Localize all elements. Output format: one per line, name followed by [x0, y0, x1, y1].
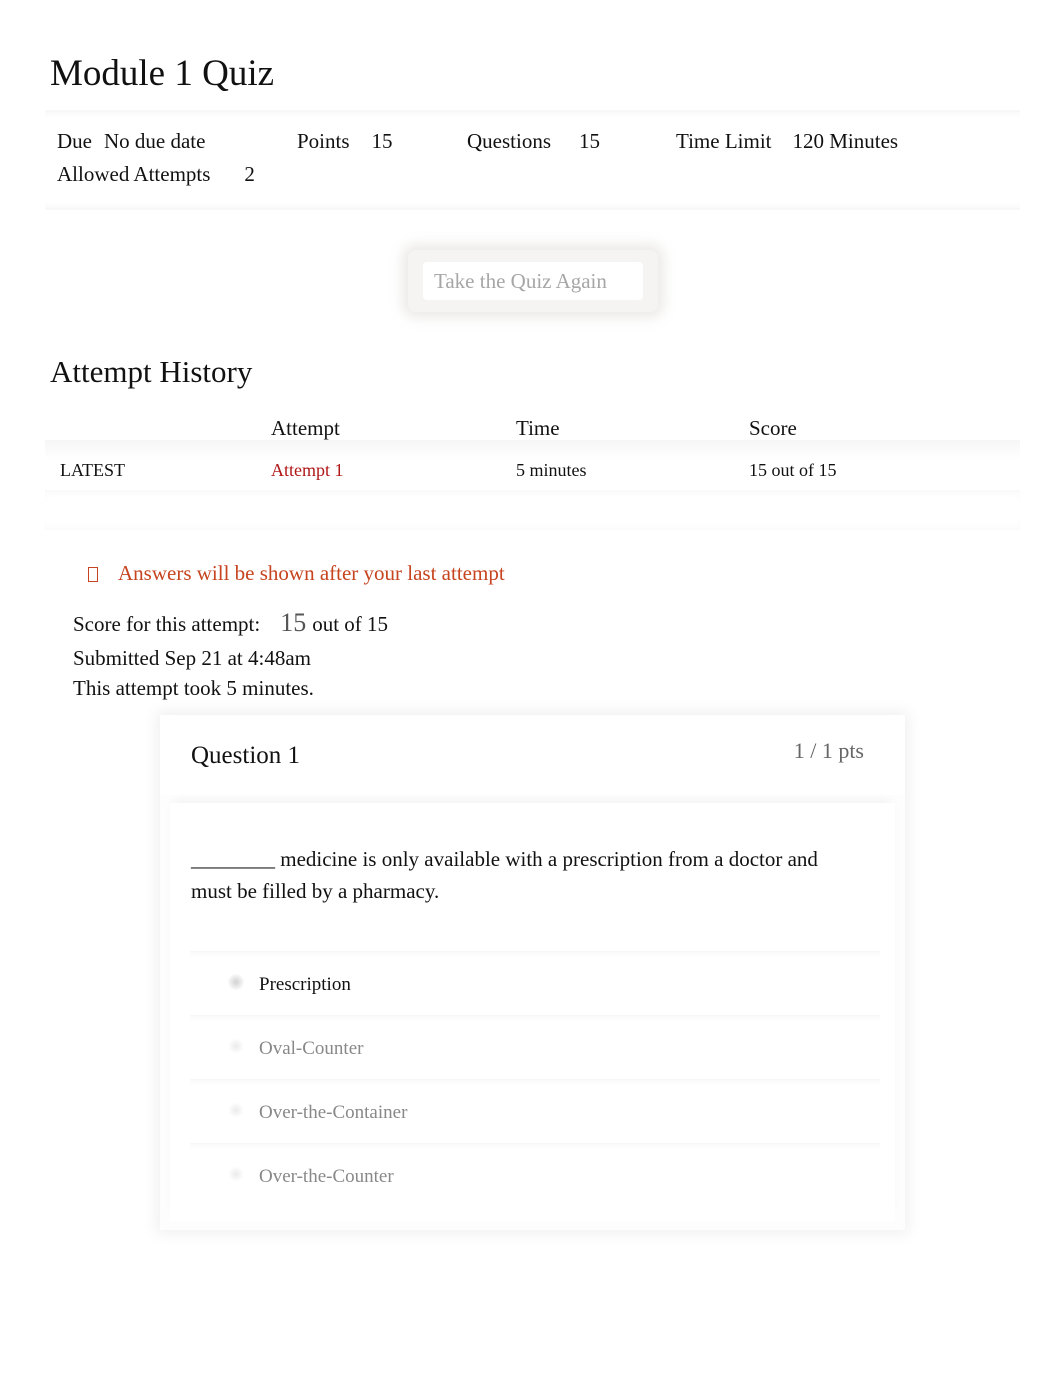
- detail-time-limit: Time Limit 120 Minutes: [676, 129, 898, 154]
- question-header: Question 1 1 / 1 pts: [160, 715, 905, 795]
- detail-value: 15: [579, 129, 600, 153]
- detail-allowed-attempts: Allowed Attempts 2: [57, 162, 255, 187]
- radio-icon[interactable]: [228, 1166, 244, 1182]
- detail-label: Points: [297, 129, 350, 153]
- table-footer-band: [45, 490, 1020, 530]
- detail-points: Points 15: [297, 129, 393, 154]
- radio-icon[interactable]: [228, 1038, 244, 1054]
- question-text: ________ medicine is only available with…: [191, 847, 818, 903]
- radio-icon[interactable]: [228, 1102, 244, 1118]
- question-points: 1 / 1 pts: [793, 738, 864, 763]
- detail-label: Due: [57, 129, 92, 153]
- answer-option[interactable]: Over-the-Container: [190, 1079, 880, 1143]
- answer-label: Over-the-Counter: [259, 1166, 394, 1187]
- score-label: Score for this attempt:: [73, 612, 261, 636]
- notice-text: Answers will be shown after your last at…: [118, 561, 505, 585]
- score-value: 15: [280, 608, 307, 637]
- score-total: out of 15: [312, 612, 389, 636]
- column-header-attempt: Attempt: [271, 416, 340, 440]
- detail-questions: Questions 15: [467, 129, 600, 154]
- answer-label: Prescription: [259, 974, 351, 995]
- answer-label: Oval-Counter: [259, 1038, 364, 1059]
- answer-option[interactable]: Oval-Counter: [190, 1015, 880, 1079]
- answer-label: Over-the-Container: [259, 1102, 408, 1123]
- question-body: ________ medicine is only available with…: [170, 803, 895, 1221]
- latest-tag: LATEST: [60, 460, 125, 480]
- column-header-score: Score: [749, 416, 797, 440]
- attempt-score: 15 out of 15: [749, 460, 837, 480]
- answer-list: Prescription Oval-Counter Over-the-Conta…: [190, 951, 880, 1207]
- question-card: Question 1 1 / 1 pts ________ medicine i…: [160, 715, 905, 1230]
- detail-value: 2: [244, 162, 255, 186]
- take-quiz-again-button[interactable]: Take the Quiz Again: [423, 262, 643, 300]
- page-title: Module 1 Quiz: [50, 53, 275, 94]
- attempt-time: 5 minutes: [516, 460, 587, 480]
- detail-value: 15: [371, 129, 393, 153]
- take-quiz-again-wrapper: Take the Quiz Again: [408, 250, 658, 312]
- attempt-link[interactable]: Attempt 1: [271, 460, 344, 481]
- question-title: Question 1: [191, 742, 301, 769]
- detail-value: 120 Minutes: [792, 129, 899, 153]
- warning-icon: [88, 567, 98, 582]
- radio-selected-icon[interactable]: [228, 974, 244, 990]
- detail-label: Questions: [467, 129, 551, 153]
- answers-notice: Answers will be shown after your last at…: [88, 561, 505, 586]
- table-header-divider: [45, 440, 1020, 460]
- score-summary: Score for this attempt: 15 out of 15: [73, 608, 388, 638]
- attempt-history-heading: Attempt History: [50, 354, 253, 389]
- column-header-time: Time: [516, 416, 560, 440]
- answer-option[interactable]: Over-the-Counter: [190, 1143, 880, 1207]
- detail-label: Time Limit: [676, 129, 772, 153]
- detail-label: Allowed Attempts: [57, 162, 211, 186]
- attempt-duration: This attempt took 5 minutes.: [73, 676, 314, 700]
- submitted-time: Submitted Sep 21 at 4:48am: [73, 646, 311, 670]
- attempt-history-table: Attempt Time Score LATEST Attempt 1 5 mi…: [45, 410, 1020, 530]
- detail-value: No due date: [104, 129, 206, 153]
- quiz-details: Due No due date Points 15 Questions 15 Time…: [45, 110, 1020, 210]
- answer-option[interactable]: Prescription: [190, 951, 880, 1015]
- detail-due: Due No due date: [57, 129, 205, 154]
